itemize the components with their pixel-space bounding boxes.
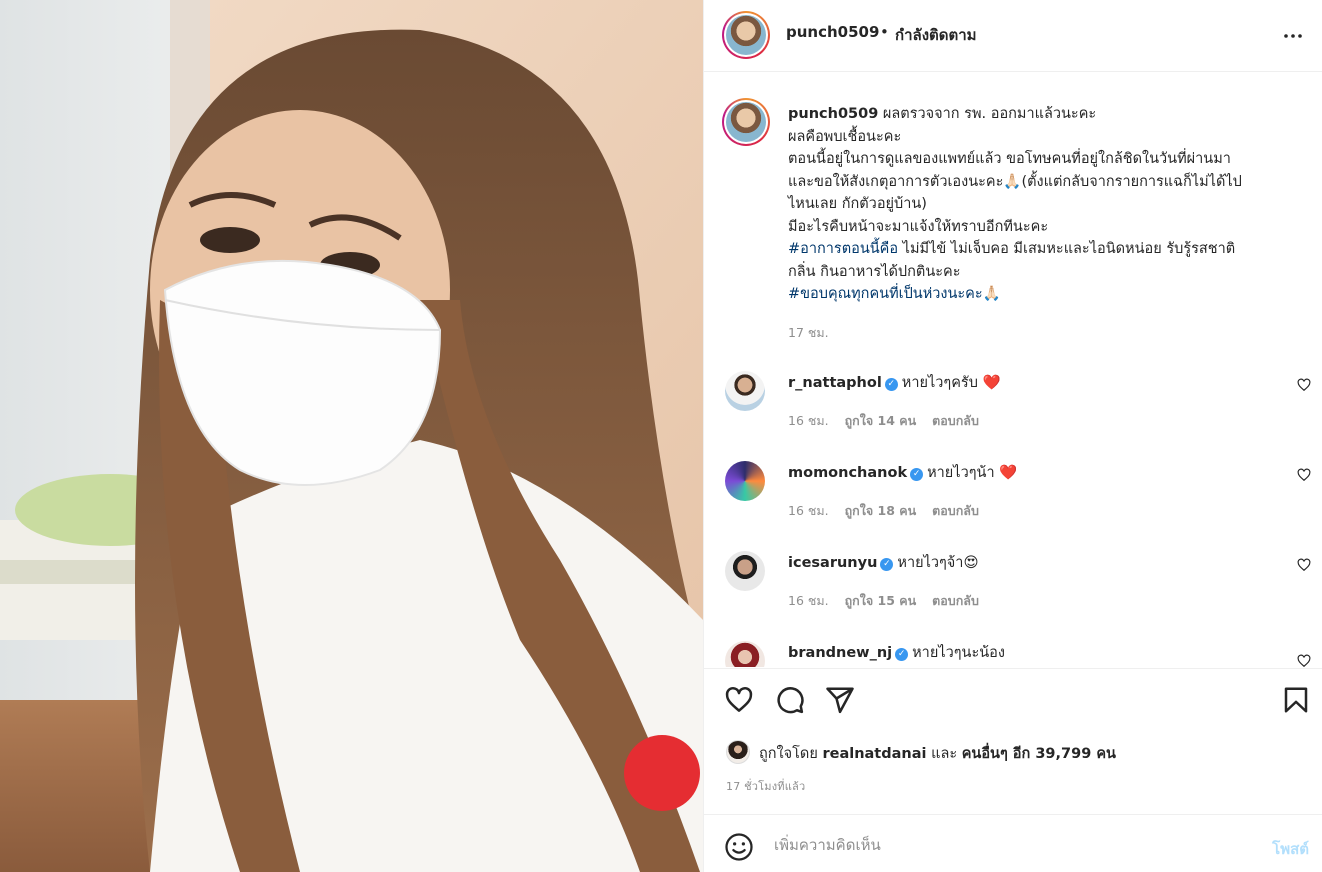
commenter-avatar[interactable] bbox=[725, 371, 765, 411]
caption-line: มีอะไรคืบหน้าจะมาแจ้งให้ทราบอีกทีนะคะ bbox=[788, 218, 1049, 235]
comment-time[interactable]: 16 ชม. bbox=[788, 503, 829, 518]
comment-text: หายไวๆครับ bbox=[901, 375, 978, 391]
comment-time[interactable]: 16 ชม. bbox=[788, 593, 829, 608]
comment-emoji: ❤️ bbox=[982, 375, 1001, 391]
comment-time[interactable]: 16 ชม. bbox=[788, 413, 829, 428]
liker-username[interactable]: realnatdanai bbox=[822, 746, 926, 762]
comment-text: หายไวๆน้า bbox=[927, 465, 995, 481]
commenter-username[interactable]: momonchanok bbox=[788, 465, 907, 481]
selfie-image bbox=[0, 0, 703, 872]
reply-button[interactable]: ตอบกลับ bbox=[932, 503, 979, 518]
comment-text: หายไวๆจ้า bbox=[897, 555, 964, 571]
comments-scroll-area[interactable]: punch0509 ผลตรวจจาก รพ. ออกมาแล้วนะคะ ผล… bbox=[704, 73, 1322, 667]
header-separator: • bbox=[880, 23, 889, 41]
comment-input[interactable] bbox=[774, 833, 1214, 857]
author-avatar[interactable] bbox=[722, 11, 770, 59]
caption-line: ไหนเลย กักตัวอยู่บ้าน) bbox=[788, 196, 927, 212]
post-header: punch0509 • กำลังติดตาม bbox=[704, 0, 1322, 72]
commenter-username[interactable]: r_nattaphol bbox=[788, 375, 882, 391]
caption-line: และขอให้สังเกตุอาการตัวเองนะคะ🙏🏻(ตั้งแต่… bbox=[788, 173, 1242, 190]
comment-likes[interactable]: ถูกใจ 15 คน bbox=[845, 593, 917, 608]
commenter-avatar[interactable] bbox=[725, 461, 765, 501]
likes-prefix: ถูกใจโดย bbox=[759, 746, 823, 762]
commenter-username[interactable]: icesarunyu bbox=[788, 555, 877, 571]
post-actions: ถูกใจโดย realnatdanai และ คนอื่นๆ อีก 39… bbox=[704, 668, 1322, 823]
caption-timestamp[interactable]: 17 ชม. bbox=[788, 323, 829, 343]
caption-line: ผลคือพบเชื้อนะคะ bbox=[788, 128, 902, 145]
comment-likes[interactable]: ถูกใจ 18 คน bbox=[845, 503, 917, 518]
commenter-username[interactable]: brandnew_nj bbox=[788, 645, 892, 661]
caption-author-avatar[interactable] bbox=[722, 98, 770, 146]
bookmark-icon[interactable] bbox=[1281, 685, 1311, 715]
likes-others-count[interactable]: คนอื่นๆ อีก 39,799 คน bbox=[962, 746, 1116, 762]
caption-line: ผลตรวจจาก รพ. ออกมาแล้วนะคะ bbox=[882, 106, 1097, 122]
likes-middle: และ bbox=[926, 746, 962, 762]
comment-like-heart-icon[interactable] bbox=[1297, 378, 1311, 392]
author-username[interactable]: punch0509 bbox=[786, 23, 879, 41]
more-options-icon[interactable] bbox=[1281, 24, 1305, 48]
heart-icon[interactable] bbox=[724, 685, 754, 715]
verified-badge-icon: ✓ bbox=[910, 468, 924, 481]
post-photo[interactable] bbox=[0, 0, 703, 872]
liker-avatar[interactable] bbox=[726, 740, 750, 764]
caption-text: punch0509 ผลตรวจจาก รพ. ออกมาแล้วนะคะ ผล… bbox=[788, 103, 1298, 306]
commenter-avatar[interactable] bbox=[725, 551, 765, 591]
post-comment-button[interactable]: โพสต์ bbox=[1272, 837, 1309, 861]
verified-badge-icon: ✓ bbox=[880, 558, 894, 571]
verified-badge-icon: ✓ bbox=[884, 378, 898, 391]
comment-emoji: 😍 bbox=[963, 555, 979, 571]
comment-like-heart-icon[interactable] bbox=[1297, 558, 1311, 572]
commenter-avatar[interactable] bbox=[725, 641, 765, 667]
follow-status-button[interactable]: กำลังติดตาม bbox=[895, 23, 977, 47]
comment-text: หายไวๆนะน้อง bbox=[912, 645, 1005, 661]
comment-emoji: ❤️ bbox=[999, 465, 1018, 481]
comment-item: brandnew_nj ✓ หายไวๆนะน้อง bbox=[704, 641, 1322, 667]
caption-line: ไม่มีไข้ ไม่เจ็บคอ มีเสมหะและไอนิดหน่อย … bbox=[898, 241, 1236, 257]
comment-bubble-icon[interactable] bbox=[775, 685, 805, 715]
pray-emoji: 🙏🏻 bbox=[982, 286, 1001, 302]
verified-badge-icon: ✓ bbox=[895, 648, 909, 661]
comment-like-heart-icon[interactable] bbox=[1297, 654, 1311, 667]
add-comment-bar: โพสต์ bbox=[704, 814, 1322, 872]
hashtag-link[interactable]: #ขอบคุณทุกคนที่เป็นห่วงนะคะ bbox=[788, 286, 983, 302]
comment-item: icesarunyu ✓ หายไวๆจ้า😍 16 ชม. ถูกใจ 15 คน ต… bbox=[704, 551, 1322, 641]
comment-like-heart-icon[interactable] bbox=[1297, 468, 1311, 482]
comment-item: r_nattaphol ✓ หายไวๆครับ ❤️ 16 ชม. ถูกใจ 14… bbox=[704, 371, 1322, 461]
comment-likes[interactable]: ถูกใจ 14 คน bbox=[845, 413, 917, 428]
post-sidebar: punch0509 • กำลังติดตาม punch0509 ผลตรวจ… bbox=[703, 0, 1322, 872]
caption-line: กลิ่น กินอาหารได้ปกตินะคะ bbox=[788, 263, 961, 280]
hashtag-link[interactable]: #อาการตอนนี้คือ bbox=[788, 241, 898, 257]
caption-line: ตอนนี้อยู่ในการดูแลของแพทย์แล้ว ขอโทษคนท… bbox=[788, 151, 1231, 167]
smiley-icon[interactable] bbox=[724, 832, 754, 862]
reply-button[interactable]: ตอบกลับ bbox=[932, 593, 979, 608]
comment-item: momonchanok ✓ หายไวๆน้า ❤️ 16 ชม. ถูกใจ 18 … bbox=[704, 461, 1322, 551]
post-timestamp[interactable]: 17 ชั่วโมงที่แล้ว bbox=[726, 777, 805, 795]
paper-plane-icon[interactable] bbox=[825, 685, 855, 715]
reply-button[interactable]: ตอบกลับ bbox=[932, 413, 979, 428]
caption-username[interactable]: punch0509 bbox=[788, 106, 878, 122]
